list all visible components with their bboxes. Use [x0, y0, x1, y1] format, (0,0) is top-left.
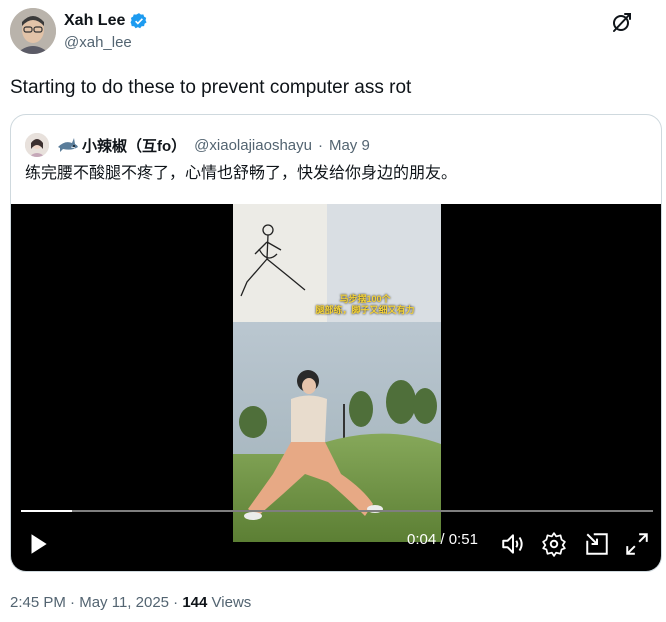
volume-icon[interactable] [500, 531, 526, 557]
video-time: 0:04 / 0:51 [407, 531, 478, 548]
quote-date[interactable]: May 9 [329, 137, 370, 154]
footer-separator-2: · [173, 594, 179, 611]
shark-emoji-icon [58, 138, 78, 152]
quote-text: 练完腰不酸腿不疼了，心情也舒畅了，快发给你身边的朋友。 [25, 165, 458, 182]
verified-badge-icon [130, 13, 147, 29]
footer-separator: · [70, 594, 76, 611]
views-label: Views [211, 594, 252, 611]
quote-name-text: 小辣椒（互fo） [82, 137, 187, 155]
author-handle[interactable]: @xah_lee [64, 34, 148, 51]
quote-name[interactable]: 小辣椒（互fo） [57, 135, 186, 156]
video-progress-fill [21, 510, 72, 512]
quote-header: 小辣椒（互fo） @xiaolajiaoshayu · May 9 [25, 133, 370, 157]
quote-separator: · [317, 136, 323, 154]
play-icon[interactable] [25, 531, 51, 557]
video-time-sep: / [440, 531, 445, 548]
tweet-footer: 2:45 PM · May 11, 2025 · 144 Views [10, 594, 251, 611]
quote-handle[interactable]: @xiaolajiaoshayu [194, 137, 312, 154]
quote-avatar[interactable] [25, 133, 49, 157]
video-duration: 0:51 [448, 531, 478, 548]
tweet-text: Starting to do these to prevent computer… [10, 77, 412, 98]
tweet-date[interactable]: May 11, 2025 [79, 594, 169, 611]
author-avatar[interactable] [10, 8, 56, 54]
video-progress-bar[interactable] [21, 510, 653, 512]
video-elapsed: 0:04 [407, 531, 437, 548]
author-name[interactable]: Xah Lee [64, 12, 125, 30]
fullscreen-icon[interactable] [624, 531, 650, 557]
tweet-time[interactable]: 2:45 PM [10, 594, 66, 611]
video-caption-2: 腿部练，脚子又细又有力 [315, 305, 415, 315]
views-count: 144 [182, 594, 208, 611]
settings-icon[interactable] [541, 531, 567, 557]
video-frame: 马步摆100个 腿部练，脚子又细又有力 [233, 204, 441, 542]
quoted-tweet[interactable]: 小辣椒（互fo） @xiaolajiaoshayu · May 9 练完腰不酸腿… [10, 114, 662, 572]
grok-icon[interactable] [610, 10, 634, 34]
video-controls: 0:04 / 0:51 [11, 524, 661, 564]
dock-icon[interactable] [584, 531, 610, 557]
video-caption-1: 马步摆100个 [339, 294, 391, 304]
video-player[interactable]: 马步摆100个 腿部练，脚子又细又有力 0:04 / 0:51 [11, 204, 661, 571]
